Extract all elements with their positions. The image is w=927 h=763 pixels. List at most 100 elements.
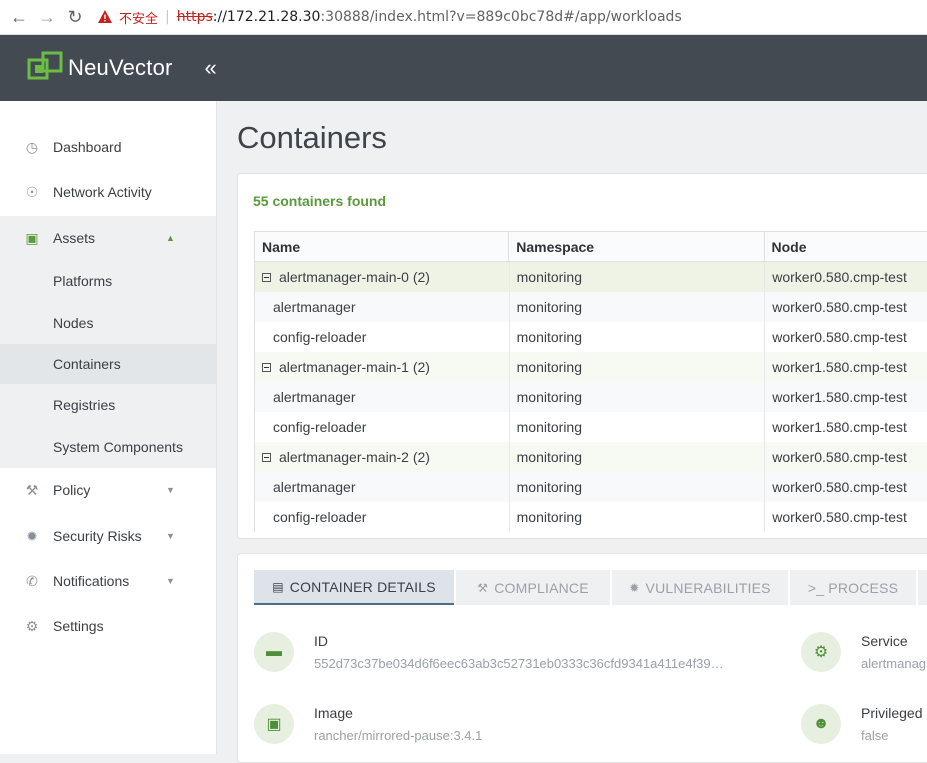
cell-name: config-reloader xyxy=(255,322,510,352)
cell-name: alertmanager xyxy=(255,382,510,412)
sidebar-item-system-components[interactable]: System Components xyxy=(0,427,216,467)
tab-vulnerabilities[interactable]: ✹ VULNERABILITIES xyxy=(612,570,788,605)
detail-label: Service xyxy=(861,633,908,649)
tab-process[interactable]: >_ PROCESS xyxy=(790,570,916,605)
detail-label: Privileged xyxy=(861,705,923,721)
table-row[interactable]: alertmanager-main-0 (2) monitoring worke… xyxy=(254,262,927,292)
table-row[interactable]: config-reloader monitoring worker1.580.c… xyxy=(254,412,927,442)
page-title: Containers xyxy=(237,120,387,155)
caret-down-icon: ▼ xyxy=(166,576,175,586)
address-bar[interactable]: 不安全 | https ://172.21.28.30 :30888/index… xyxy=(97,8,682,27)
gavel-icon: ⚒ xyxy=(25,481,39,498)
tab-label: CONTAINER DETAILS xyxy=(289,578,436,595)
collapse-group-icon[interactable] xyxy=(262,452,271,462)
table-row[interactable]: alertmanager-main-2 (2) monitoring worke… xyxy=(254,442,927,472)
cell-namespace: monitoring xyxy=(510,502,766,532)
table-row[interactable]: config-reloader monitoring worker0.580.c… xyxy=(254,502,927,532)
detail-label: Image xyxy=(314,705,353,721)
collapse-group-icon[interactable] xyxy=(262,362,271,372)
cell-name: config-reloader xyxy=(255,502,510,532)
cell-namespace: monitoring xyxy=(510,442,766,472)
back-arrow-icon[interactable]: ← xyxy=(5,3,33,31)
cell-namespace: monitoring xyxy=(510,472,766,502)
sidebar-item-label: Assets xyxy=(53,230,96,246)
wrench-icon: ⚙ xyxy=(25,617,39,634)
table-row[interactable]: alertmanager-main-1 (2) monitoring worke… xyxy=(254,352,927,382)
tab-more[interactable] xyxy=(918,570,927,605)
detail-value: alertmanag xyxy=(861,656,927,671)
archive-icon: ▣ xyxy=(254,704,294,744)
tab-label: >_ PROCESS xyxy=(807,579,899,596)
cell-name: config-reloader xyxy=(255,412,510,442)
cell-namespace: monitoring xyxy=(510,412,766,442)
reload-icon[interactable]: ↻ xyxy=(61,3,89,31)
cell-node: worker0.580.cmp-test xyxy=(772,449,907,465)
sidebar-item-label: Notifications xyxy=(53,573,130,589)
tab-compliance[interactable]: ⚒ COMPLIANCE xyxy=(456,570,610,605)
cell-node: worker0.580.cmp-test xyxy=(772,479,907,495)
column-header-namespace[interactable]: Namespace xyxy=(509,232,765,261)
column-header-node[interactable]: Node xyxy=(765,232,927,261)
table-row[interactable]: config-reloader monitoring worker0.580.c… xyxy=(254,322,927,352)
cell-node: worker1.580.cmp-test xyxy=(772,359,907,375)
found-count: 55 containers found xyxy=(253,193,387,209)
sidebar-item-assets[interactable]: ▣ Assets ▲ xyxy=(0,217,216,259)
id-card-icon: ▤ xyxy=(272,579,284,594)
detail-privileged: ☻ Privileged false xyxy=(801,704,922,744)
row-name: alertmanager-main-2 (2) xyxy=(279,449,430,465)
sidebar-item-settings[interactable]: ⚙ Settings xyxy=(0,605,216,647)
container-details-card: ▤ CONTAINER DETAILS ⚒ COMPLIANCE ✹ VULNE… xyxy=(237,553,927,763)
cell-namespace: monitoring xyxy=(510,262,766,292)
url-host: ://172.21.28.30 xyxy=(212,9,321,25)
caret-up-icon: ▲ xyxy=(166,233,175,243)
collapse-sidebar-icon[interactable]: « xyxy=(205,55,217,81)
sidebar-item-containers[interactable]: Containers xyxy=(0,344,216,384)
cell-name: alertmanager-main-0 (2) xyxy=(255,262,510,292)
table-row[interactable]: alertmanager monitoring worker0.580.cmp-… xyxy=(254,292,927,322)
assets-group: ▣ Assets ▲ Platforms Nodes Containers Re… xyxy=(0,216,216,468)
sidebar-item-platforms[interactable]: Platforms xyxy=(0,261,216,301)
url-path: :30888/index.html?v=889c0bc78d#/app/work… xyxy=(320,9,682,25)
column-header-name[interactable]: Name xyxy=(255,232,510,261)
cell-name: alertmanager-main-1 (2) xyxy=(255,352,510,382)
sidebar-item-notifications[interactable]: ✆ Notifications ▼ xyxy=(0,560,216,602)
tab-label: VULNERABILITIES xyxy=(645,579,771,596)
collapse-group-icon[interactable] xyxy=(262,272,271,282)
sidebar-item-dashboard[interactable]: ◷ Dashboard xyxy=(0,126,216,168)
sidebar-item-label: Policy xyxy=(53,482,91,498)
table-row[interactable]: alertmanager monitoring worker0.580.cmp-… xyxy=(254,472,927,502)
cubes-icon: ▣ xyxy=(25,229,39,246)
detail-tabs: ▤ CONTAINER DETAILS ⚒ COMPLIANCE ✹ VULNE… xyxy=(254,570,927,605)
cell-name: alertmanager-main-2 (2) xyxy=(255,442,510,472)
app-header: NeuVector « xyxy=(0,35,927,101)
caret-down-icon: ▼ xyxy=(166,485,175,495)
tab-container-details[interactable]: ▤ CONTAINER DETAILS xyxy=(254,570,454,605)
detail-id: ▬ ID 552d73c37be034d6f6eec63ab3c52731eb0… xyxy=(254,632,724,672)
detail-value: false xyxy=(861,728,889,743)
sidebar-item-security-risks[interactable]: ✹ Security Risks ▼ xyxy=(0,515,216,557)
sidebar-item-registries[interactable]: Registries xyxy=(0,385,216,425)
cell-node: worker0.580.cmp-test xyxy=(772,509,907,525)
detail-value: rancher/mirrored-pause:3.4.1 xyxy=(314,728,483,743)
row-name: alertmanager-main-1 (2) xyxy=(279,359,430,375)
sidebar-item-nodes[interactable]: Nodes xyxy=(0,303,216,343)
sidebar-item-label: Settings xyxy=(53,618,104,634)
sidebar-item-policy[interactable]: ⚒ Policy ▼ xyxy=(0,469,216,511)
cell-namespace: monitoring xyxy=(510,382,766,412)
cell-node: worker0.580.cmp-test xyxy=(772,329,907,345)
url-protocol: https xyxy=(176,9,213,25)
phone-icon: ✆ xyxy=(26,572,38,589)
bug-icon: ✹ xyxy=(629,580,640,595)
detail-service: ⚙ Service alertmanag xyxy=(801,632,926,672)
browser-toolbar: ← → ↻ 不安全 | https ://172.21.28.30 :30888… xyxy=(0,0,927,35)
user-icon: ☻ xyxy=(801,704,841,744)
sidebar-item-network-activity[interactable]: ☉ Network Activity xyxy=(0,171,216,213)
sidebar-item-label: Dashboard xyxy=(53,139,122,155)
credit-card-icon: ▬ xyxy=(254,632,294,672)
cell-node: worker0.580.cmp-test xyxy=(772,299,907,315)
forward-arrow-icon[interactable]: → xyxy=(33,3,61,31)
cell-namespace: monitoring xyxy=(510,322,766,352)
cell-namespace: monitoring xyxy=(510,352,766,382)
gavel-icon: ⚒ xyxy=(477,580,489,595)
table-row[interactable]: alertmanager monitoring worker1.580.cmp-… xyxy=(254,382,927,412)
